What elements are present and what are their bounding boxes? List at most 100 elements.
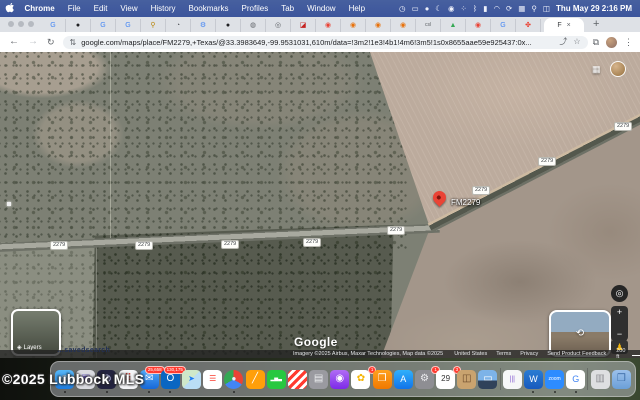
tab-google[interactable]: G: [491, 19, 516, 32]
clock-menulet-icon[interactable]: ◷: [399, 5, 406, 13]
menu-history[interactable]: History: [144, 4, 182, 13]
apple-logo-icon[interactable]: [0, 3, 18, 14]
tab-key[interactable]: ⚲: [141, 19, 166, 32]
tab-gear[interactable]: ⚙: [191, 19, 216, 32]
menu-chrome[interactable]: Chrome: [18, 4, 61, 13]
dock-podcasts[interactable]: ◉: [330, 370, 349, 389]
tab-google[interactable]: G: [91, 19, 116, 32]
road-shield: 2279: [135, 241, 153, 250]
dock-printer[interactable]: ▤: [309, 370, 328, 389]
dock-calendar[interactable]: 29 3: [436, 370, 455, 389]
tab-globe[interactable]: ◎: [266, 19, 291, 32]
screen: ChromeFileEditViewHistoryBookmarksProfil…: [0, 0, 640, 400]
tab-maps-pin[interactable]: ◉: [466, 19, 491, 32]
dock-books[interactable]: ❐: [373, 370, 392, 389]
display-menulet-icon[interactable]: ▭: [412, 5, 419, 13]
dock-downloads-folder[interactable]: ❒: [612, 370, 631, 389]
tab-drive[interactable]: ▲: [441, 19, 466, 32]
new-tab-button[interactable]: +: [593, 19, 599, 32]
focus-moon-icon[interactable]: ☾: [435, 5, 442, 13]
menu-bookmarks[interactable]: Bookmarks: [182, 4, 235, 13]
menu-window[interactable]: Window: [301, 4, 342, 13]
tab-google[interactable]: G: [116, 19, 141, 32]
dock-google[interactable]: G: [566, 370, 585, 389]
keyboard-icon[interactable]: ▦: [518, 5, 525, 13]
zoom-out-button[interactable]: −: [617, 330, 622, 339]
wifi-icon[interactable]: ◠: [493, 5, 500, 13]
google-account-avatar[interactable]: [610, 61, 626, 77]
tab-orange-badge[interactable]: ◉: [366, 19, 391, 32]
tab-dark-globe[interactable]: ●: [216, 19, 241, 32]
dock-settings[interactable]: ⚙ 1: [415, 370, 434, 389]
stage-manager-icon[interactable]: ⁘: [461, 5, 467, 13]
zoom-window-button[interactable]: [28, 21, 34, 27]
record-menulet-icon[interactable]: ◉: [448, 5, 455, 13]
dock-app-store[interactable]: A: [394, 370, 413, 389]
omnibox[interactable]: ⇅ google.com/maps/place/FM2279,+Texas/@3…: [63, 36, 588, 49]
active-tab[interactable]: F ×: [544, 18, 584, 32]
dock-chrome[interactable]: ●: [224, 370, 243, 389]
close-window-button[interactable]: [8, 21, 14, 27]
menu-profiles[interactable]: Profiles: [235, 4, 275, 13]
attr-privacy[interactable]: Privacy: [520, 351, 538, 357]
reload-icon[interactable]: ↻: [47, 38, 55, 47]
profile-avatar[interactable]: [606, 37, 617, 48]
dock-media-app[interactable]: ▭: [478, 370, 497, 389]
google-apps-grid-icon[interactable]: ▦: [592, 64, 601, 75]
dock-trash[interactable]: ▥: [591, 370, 610, 389]
send-to-device-icon[interactable]: ⤴: [559, 38, 567, 46]
tab-red-app[interactable]: ◪: [291, 19, 316, 32]
back-icon[interactable]: ←: [9, 37, 19, 47]
forward-icon[interactable]: →: [28, 37, 38, 47]
dock-word[interactable]: W: [524, 370, 543, 389]
tab-close-icon[interactable]: ×: [567, 22, 571, 29]
menu-view[interactable]: View: [114, 4, 144, 13]
sync-icon[interactable]: ⟳: [506, 5, 512, 13]
attr-feedback[interactable]: Send Product Feedback: [547, 351, 606, 357]
menu-file[interactable]: File: [61, 4, 87, 13]
dock-zoom[interactable]: zoom: [545, 370, 564, 389]
my-location-button[interactable]: ◎: [611, 285, 628, 302]
app-dot-menulet-icon[interactable]: ●: [425, 5, 430, 13]
tab-google[interactable]: G: [41, 19, 66, 32]
menu-edit[interactable]: Edit: [87, 4, 114, 13]
menu-tab[interactable]: Tab: [275, 4, 301, 13]
my-location-icon: ◎: [616, 288, 624, 299]
dock-pages[interactable]: ╱: [246, 370, 265, 389]
attr-united-states[interactable]: United States: [454, 351, 487, 357]
tab-orange-badge[interactable]: ◉: [341, 19, 366, 32]
fast-user-icon[interactable]: ◫: [543, 5, 550, 13]
menu-help[interactable]: Help: [342, 4, 371, 13]
dock-outlook[interactable]: O 130,175: [161, 370, 180, 389]
dock-colorful-bars-app[interactable]: |||: [503, 370, 522, 389]
dock-reminders[interactable]: ☰: [203, 370, 222, 389]
macos-menubar: ChromeFileEditViewHistoryBookmarksProfil…: [0, 0, 640, 17]
bookmark-star-icon[interactable]: ☆: [573, 38, 580, 46]
tab-clock[interactable]: ◔: [166, 19, 191, 32]
spotlight-search-icon[interactable]: ⚲: [531, 5, 537, 13]
dock-photos[interactable]: ✿ 1: [351, 370, 370, 389]
tab-orange-badge[interactable]: ◉: [391, 19, 416, 32]
battery-icon[interactable]: ▮: [483, 5, 487, 13]
menubar-clock[interactable]: Thu May 29 2:16 PM: [556, 4, 632, 13]
satellite-map[interactable]: 22792279227922792279227922792279 FM2279 …: [0, 52, 640, 358]
site-settings-icon[interactable]: ⇅: [70, 38, 77, 47]
layers-widget[interactable]: ◈ Layers: [11, 309, 61, 356]
browser-menu-icon[interactable]: ⋮: [624, 37, 633, 48]
minimize-window-button[interactable]: [18, 21, 24, 27]
bluetooth-icon[interactable]: ᛒ: [473, 5, 478, 13]
zoom-control: + −: [611, 306, 628, 341]
tab-maps-pin[interactable]: ◉: [316, 19, 341, 32]
side-panel-icon[interactable]: ⧉: [593, 37, 599, 48]
zoom-in-button[interactable]: +: [617, 308, 622, 317]
tab-csl[interactable]: csl: [416, 19, 441, 32]
dock-apple-maps[interactable]: ➤: [182, 370, 201, 389]
dock-numbers[interactable]: ▂▅▃: [267, 370, 286, 389]
tab-globe[interactable]: ◍: [241, 19, 266, 32]
dock-contacts[interactable]: ◫: [457, 370, 476, 389]
attr-terms[interactable]: Terms: [496, 351, 511, 357]
tab-google-colors[interactable]: ✤: [516, 19, 541, 32]
url-text[interactable]: google.com/maps/place/FM2279,+Texas/@33.…: [81, 38, 553, 47]
tab-dark-globe[interactable]: ●: [66, 19, 91, 32]
dock-news[interactable]: [288, 370, 307, 389]
